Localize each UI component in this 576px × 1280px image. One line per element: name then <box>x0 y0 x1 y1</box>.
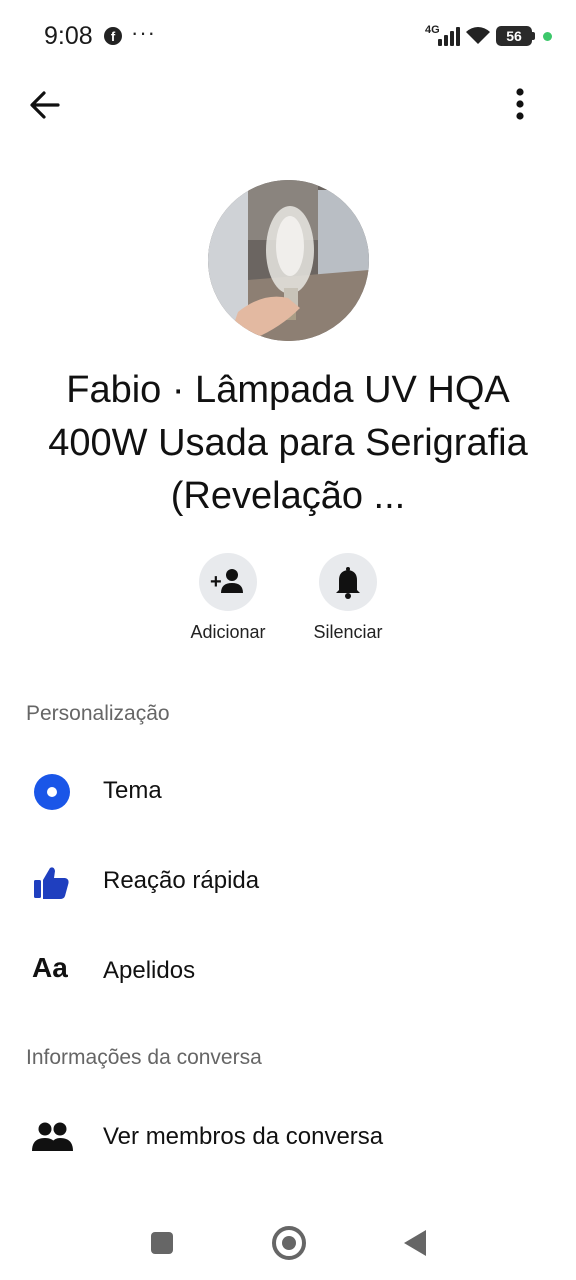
thumbs-up-icon <box>30 862 74 902</box>
back-button[interactable] <box>24 84 68 128</box>
quick-reaction-label: Reação rápida <box>103 867 260 894</box>
privacy-indicator-icon <box>543 32 552 41</box>
svg-text:+: + <box>210 571 222 593</box>
aa-text-icon: Aa <box>32 952 68 983</box>
add-person-icon: + <box>210 569 243 593</box>
status-time: 9:08 <box>44 22 93 50</box>
navigation-bar <box>0 1196 576 1280</box>
quick-reaction-row[interactable]: Reação rápida <box>0 842 576 922</box>
system-back-button[interactable] <box>404 1230 426 1256</box>
add-button-circle[interactable]: + <box>199 553 257 611</box>
more-options-button[interactable] <box>498 84 542 128</box>
add-people-action[interactable]: + Adicionar <box>168 553 288 643</box>
wifi-icon <box>466 27 490 44</box>
nicknames-label: Apelidos <box>103 957 196 984</box>
mute-button-circle[interactable] <box>319 553 377 611</box>
conversation-avatar <box>208 180 369 341</box>
signal-icon <box>432 26 460 46</box>
battery-tip <box>532 32 535 40</box>
more-vertical-icon <box>516 88 524 120</box>
theme-row[interactable]: Tema <box>0 752 576 832</box>
home-button[interactable] <box>272 1226 306 1260</box>
arrow-left-icon <box>30 91 60 119</box>
mute-action-label: Silenciar <box>313 622 383 642</box>
section-personalization-title: Personalização <box>26 702 170 725</box>
conversation-title: Fabio · Lâmpada UV HQA 400W Usada para S… <box>48 369 528 517</box>
theme-label: Tema <box>103 777 162 804</box>
battery-icon: 56 <box>496 26 532 46</box>
view-members-row[interactable]: Ver membros da conversa <box>0 1098 576 1178</box>
view-members-label: Ver membros da conversa <box>103 1123 384 1150</box>
mute-action[interactable]: Silenciar <box>288 553 408 643</box>
people-icon <box>30 1118 74 1158</box>
nicknames-row[interactable]: Aa Apelidos <box>0 932 576 1012</box>
more-notifications-icon: ··· <box>131 20 156 45</box>
theme-circle-icon <box>30 772 74 812</box>
status-bar: 9:08 f ··· 4G 56 <box>0 0 576 72</box>
lamp-photo <box>208 180 369 341</box>
bell-icon <box>336 567 360 599</box>
facebook-icon: f <box>104 27 122 45</box>
recent-apps-button[interactable] <box>151 1232 173 1254</box>
add-action-label: Adicionar <box>190 622 266 642</box>
section-conversation-info-title: Informações da conversa <box>26 1046 262 1069</box>
